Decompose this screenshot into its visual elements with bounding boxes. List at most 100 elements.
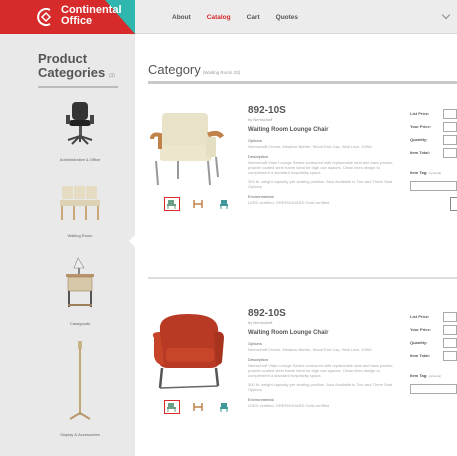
product-sku[interactable]: 892-10S xyxy=(248,308,398,319)
pricing-panel: List Price: Your Price: Quantity: Item T… xyxy=(410,310,457,394)
description-text: Nemschoff Vitae Lounge Series contoured … xyxy=(248,160,394,175)
sidebar-item-display-accessories[interactable]: Display & Accessories xyxy=(40,339,120,437)
quantity-input[interactable] xyxy=(443,134,457,145)
chair-swatch-icon xyxy=(167,200,176,209)
sidebar-item-casegoods[interactable]: Casegoods xyxy=(40,256,120,326)
quantity-input[interactable] xyxy=(443,337,457,348)
sidebar-item-label: Display & Accessories xyxy=(60,432,100,437)
list-price-field xyxy=(443,311,457,322)
brand-logo[interactable]: Continental Office xyxy=(0,0,135,34)
item-tag-input[interactable] xyxy=(410,181,457,191)
list-price-label: List Price: xyxy=(410,314,430,319)
product-info: 892-10S by Nemschoff Waiting Room Lounge… xyxy=(248,308,398,408)
description-label: Description xyxy=(248,357,269,362)
pricing-panel: List Price: Your Price: Quantity: Item T… xyxy=(410,107,457,211)
waiting-bench-icon xyxy=(60,186,100,220)
nav-quotes[interactable]: Quotes xyxy=(276,14,298,21)
brand-mark-icon xyxy=(37,8,52,26)
environment-text: LEED certified, GREENGUARD Gold certifie… xyxy=(248,403,330,408)
item-total-field xyxy=(443,147,457,158)
product-divider xyxy=(148,277,457,279)
nav-catalog[interactable]: Catalog xyxy=(207,14,231,21)
item-tag-text: Item Tag: xyxy=(410,373,428,378)
quantity-label: Quantity: xyxy=(410,137,428,142)
sidebar-item-waiting-room[interactable]: Waiting Room xyxy=(40,180,120,238)
top-header: Continental Office About Catalog Cart Qu… xyxy=(0,0,457,34)
your-price-label: Your Price: xyxy=(410,124,432,129)
your-price-field xyxy=(443,324,457,335)
sidebar-title-line-2: Categories xyxy=(38,65,106,80)
options-label: Options xyxy=(248,138,262,143)
product-name[interactable]: Waiting Room Lounge Chair xyxy=(248,330,398,336)
office-chair-icon xyxy=(66,102,94,145)
page-subtitle: (Waiting Room 33) xyxy=(202,70,241,75)
chevron-down-icon[interactable] xyxy=(441,10,451,20)
item-tag-input[interactable] xyxy=(410,384,457,394)
options-label: Options xyxy=(248,341,262,346)
chair-swatch-icon xyxy=(167,403,176,412)
sidebar-item-label: Administrative & Office xyxy=(59,157,101,162)
side-chair-swatch-icon xyxy=(220,403,228,412)
product-brand: by Nemschoff xyxy=(248,320,273,325)
sidebar-title-count: (3) xyxy=(108,73,115,79)
item-tag-label: Item Tag: (optional) xyxy=(410,373,441,378)
side-chair-swatch-icon xyxy=(220,200,228,209)
page-title: Category (Waiting Room 33) xyxy=(148,62,240,77)
swatch-item[interactable] xyxy=(216,400,232,414)
sidebar-title-line-1: Product xyxy=(38,51,88,66)
nav-cart[interactable]: Cart xyxy=(247,14,260,21)
item-tag-text: Item Tag: xyxy=(410,170,428,175)
frame-swatch-icon xyxy=(193,403,203,411)
lounge-chair-red-icon[interactable] xyxy=(148,308,238,393)
floor-lamp-icon xyxy=(69,341,91,420)
options-text: Nemschoff Cream, Meadow Barrier, Wood En… xyxy=(248,144,372,149)
swatch-item[interactable] xyxy=(216,197,232,211)
item-tag-label: Item Tag: (optional) xyxy=(410,170,441,175)
sidebar-item-label: Waiting Room xyxy=(67,233,93,238)
swatch-item[interactable] xyxy=(190,197,206,211)
title-divider xyxy=(148,81,457,84)
product-info: 892-10S by Nemschoff Waiting Room Lounge… xyxy=(248,105,398,205)
item-total-field xyxy=(443,350,457,361)
your-price-label: Your Price: xyxy=(410,327,432,332)
product-card: 892-10S by Nemschoff Waiting Room Lounge… xyxy=(148,298,457,456)
capacity-text: 300 lb. weight capacity per seating posi… xyxy=(248,179,393,189)
swatch-list xyxy=(164,400,232,414)
sidebar-divider xyxy=(38,86,118,88)
item-tag-hint: (optional) xyxy=(428,171,442,175)
lounge-chair-beige-icon[interactable] xyxy=(148,105,238,190)
list-price-label: List Price: xyxy=(410,111,430,116)
description-label: Description xyxy=(248,154,269,159)
item-total-label: Item Total: xyxy=(410,150,430,155)
options-text: Nemschoff Cream, Meadow Barrier, Wood En… xyxy=(248,347,372,352)
description-text: Nemschoff Vitae Lounge Series contoured … xyxy=(248,363,394,378)
active-category-pointer xyxy=(129,234,136,248)
product-sku[interactable]: 892-10S xyxy=(248,105,398,116)
main-nav: About Catalog Cart Quotes xyxy=(172,14,314,21)
sidebar-item-administrative[interactable]: Administrative & Office xyxy=(40,100,120,162)
item-tag-hint: (optional) xyxy=(428,374,442,378)
item-total-label: Item Total: xyxy=(410,353,430,358)
swatch-item[interactable] xyxy=(190,400,206,414)
your-price-field xyxy=(443,121,457,132)
environment-label: Environmental xyxy=(248,194,274,199)
sidebar-title: Product Categories (3) xyxy=(38,52,115,83)
side-table-icon xyxy=(66,257,94,307)
quantity-label: Quantity: xyxy=(410,340,428,345)
product-card: 892-10S by Nemschoff Waiting Room Lounge… xyxy=(148,95,457,265)
brand-name: Continental Office xyxy=(61,5,122,27)
swatch-item[interactable] xyxy=(164,400,180,414)
environment-label: Environmental xyxy=(248,397,274,402)
add-to-cart-button[interactable] xyxy=(450,197,457,211)
product-brand: by Nemschoff xyxy=(248,117,273,122)
swatch-list xyxy=(164,197,232,211)
page-title-text: Category xyxy=(148,62,201,77)
nav-about[interactable]: About xyxy=(172,14,191,21)
swatch-item[interactable] xyxy=(164,197,180,211)
category-sidebar: Product Categories (3) Administrative & … xyxy=(0,34,136,456)
product-name[interactable]: Waiting Room Lounge Chair xyxy=(248,127,398,133)
list-price-field xyxy=(443,108,457,119)
environment-text: LEED certified, GREENGUARD Gold certifie… xyxy=(248,200,330,205)
capacity-text: 300 lb. weight capacity per seating posi… xyxy=(248,382,393,392)
brand-line-2: Office xyxy=(61,15,93,27)
